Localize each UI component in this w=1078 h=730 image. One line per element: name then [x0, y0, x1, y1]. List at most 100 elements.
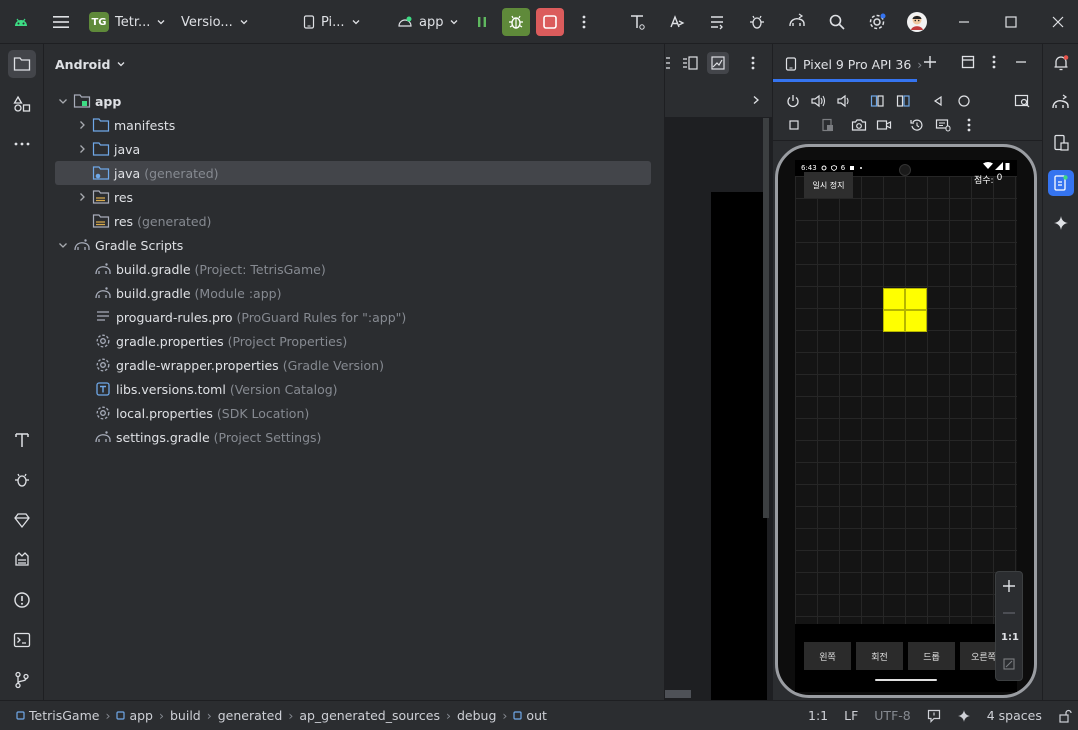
apply-changes-button[interactable] — [468, 8, 496, 36]
volume-up-button[interactable] — [810, 94, 826, 108]
resource-manager-button[interactable] — [8, 90, 36, 118]
pause-button[interactable]: 일시 정지 — [804, 172, 853, 198]
panel-options-button[interactable] — [992, 55, 996, 69]
tree-node-java-generated[interactable]: java (generated) — [92, 161, 219, 185]
editor-scrollbar[interactable] — [763, 118, 769, 518]
add-device-tab-button[interactable] — [923, 55, 937, 69]
run-config-selector[interactable]: app — [397, 8, 459, 36]
gemini-button[interactable] — [1048, 210, 1074, 236]
terminal-tool-button[interactable] — [8, 626, 36, 654]
sparkle-icon[interactable] — [957, 709, 971, 723]
tree-node-build-gradle-module[interactable]: build.gradle (Module :app) — [94, 281, 281, 305]
line-ending[interactable]: LF — [844, 708, 858, 723]
translate-button[interactable] — [663, 8, 691, 36]
stop-button[interactable] — [536, 8, 564, 36]
chevron-down-icon[interactable] — [57, 239, 69, 251]
code-view-button[interactable] — [665, 56, 671, 70]
caret-position[interactable]: 1:1 — [808, 708, 828, 723]
breadcrumb-item[interactable]: out — [513, 708, 547, 723]
breadcrumb-item[interactable]: TetrisGame — [16, 708, 99, 723]
chevron-down-icon[interactable] — [57, 95, 69, 107]
project-view-selector[interactable]: Android — [55, 54, 126, 74]
device-selector[interactable]: Pi... — [303, 8, 361, 36]
running-devices-button[interactable] — [1048, 170, 1074, 196]
device-tab[interactable]: Pixel 9 Pro API 36 › — [785, 54, 922, 74]
project-tool-button[interactable] — [8, 50, 36, 78]
indent-setting[interactable]: 4 spaces — [987, 708, 1042, 723]
bug-report-button[interactable] — [743, 8, 771, 36]
power-button[interactable] — [786, 94, 800, 108]
design-view-button[interactable] — [707, 52, 729, 74]
breadcrumb-item[interactable]: ap_generated_sources — [299, 708, 440, 723]
debug-button[interactable] — [502, 8, 530, 36]
device-manager-button[interactable] — [1048, 130, 1074, 156]
build-tool-button[interactable] — [8, 426, 36, 454]
tree-node-gradle-scripts[interactable]: Gradle Scripts — [57, 233, 183, 257]
left-button[interactable]: 왼쪽 — [804, 642, 851, 670]
zoom-in-button[interactable] — [1002, 579, 1016, 593]
debug-tool-button[interactable] — [8, 466, 36, 494]
notifications-button[interactable] — [1048, 50, 1074, 76]
device-zoom-button[interactable] — [1014, 94, 1030, 108]
overview-button[interactable] — [788, 119, 800, 131]
breadcrumb-item[interactable]: build — [170, 708, 201, 723]
gradle-sync-button[interactable] — [783, 8, 811, 36]
horizontal-scrollbar[interactable] — [665, 690, 691, 698]
tree-node-build-gradle-project[interactable]: build.gradle (Project: TetrisGame) — [94, 257, 326, 281]
back-button[interactable] — [932, 95, 944, 107]
fold-button[interactable] — [820, 118, 834, 132]
editor-more-button[interactable] — [751, 56, 755, 70]
problems-tool-button[interactable] — [8, 586, 36, 614]
tree-node-settings-gradle[interactable]: settings.gradle (Project Settings) — [94, 425, 321, 449]
tree-node-manifests[interactable]: manifests — [76, 113, 175, 137]
breadcrumb-item[interactable]: generated — [218, 708, 283, 723]
minimize-button[interactable] — [950, 8, 978, 36]
expand-panel-button[interactable] — [751, 95, 761, 105]
project-selector[interactable]: TG Tetr... — [89, 8, 166, 36]
tree-node-res-generated[interactable]: res (generated) — [92, 209, 211, 233]
chevron-right-icon[interactable] — [76, 191, 88, 203]
screenshot-button[interactable] — [851, 118, 867, 132]
logcat-button[interactable] — [703, 8, 731, 36]
tree-node-libs-versions-toml[interactable]: libs.versions.toml (Version Catalog) — [94, 377, 338, 401]
tree-node-res[interactable]: res — [76, 185, 133, 209]
split-view-button[interactable] — [681, 54, 699, 72]
logcat-tool-button[interactable] — [8, 546, 36, 574]
chevron-right-icon[interactable] — [76, 119, 88, 131]
gesture-nav-handle[interactable] — [875, 679, 937, 681]
more-tools-button[interactable] — [8, 130, 36, 158]
rotate-button[interactable]: 회전 — [856, 642, 903, 670]
chevron-right-icon[interactable] — [76, 143, 88, 155]
profiler-tool-button[interactable] — [8, 506, 36, 534]
tree-node-local-properties[interactable]: local.properties (SDK Location) — [94, 401, 309, 425]
device-more-button[interactable] — [967, 118, 971, 132]
tree-node-gradle-properties[interactable]: gradle.properties (Project Properties) — [94, 329, 347, 353]
maximize-button[interactable] — [997, 8, 1025, 36]
zoom-out-button[interactable] — [1002, 606, 1016, 620]
file-encoding[interactable]: UTF-8 — [874, 708, 910, 723]
hide-panel-button[interactable] — [1015, 55, 1027, 69]
panel-layout-button[interactable] — [961, 55, 975, 69]
zoom-fit-button[interactable] — [1003, 658, 1015, 670]
vcs-selector[interactable]: Versio... — [181, 8, 249, 36]
emulator-screen[interactable]: 6:43 6 일시 정지 점수: 0 왼쪽 회전 드롭 오른쪽 — [795, 160, 1017, 692]
account-avatar[interactable] — [903, 8, 931, 36]
lock-icon[interactable] — [1058, 709, 1072, 723]
extended-controls-button[interactable] — [935, 118, 951, 132]
screen-record-button[interactable] — [876, 118, 892, 132]
compose-preview-button[interactable] — [623, 8, 651, 36]
snapshot-button[interactable] — [910, 118, 924, 132]
breadcrumb-item[interactable]: app — [116, 708, 153, 723]
main-menu-button[interactable] — [47, 8, 75, 36]
tetris-board[interactable] — [795, 176, 1017, 624]
zoom-ratio-button[interactable]: 1:1 — [1000, 632, 1020, 643]
tree-node-app[interactable]: app — [57, 89, 121, 113]
rotate-left-button[interactable] — [870, 94, 884, 108]
version-control-tool-button[interactable] — [8, 666, 36, 694]
search-button[interactable] — [823, 8, 851, 36]
rotate-right-button[interactable] — [896, 94, 910, 108]
drop-button[interactable]: 드롭 — [908, 642, 955, 670]
close-window-button[interactable] — [1044, 8, 1072, 36]
comment-icon[interactable] — [927, 709, 941, 723]
more-actions-button[interactable] — [570, 8, 598, 36]
